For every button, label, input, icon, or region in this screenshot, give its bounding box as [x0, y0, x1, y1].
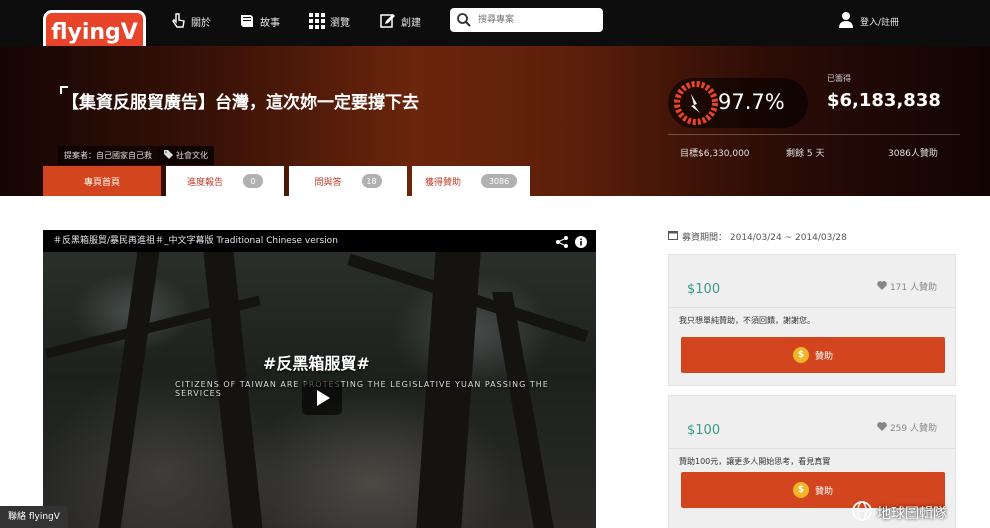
project-tabs: 專頁首頁 進度報告 0 問與答 18 獲得贊助 3086	[43, 166, 535, 196]
reward-price: $100	[687, 423, 721, 438]
book-icon	[237, 11, 257, 31]
back-reward-button[interactable]: $ 贊助	[681, 337, 945, 373]
heart-icon	[877, 280, 887, 293]
raised-amount: $6,183,838	[827, 90, 941, 111]
updates-count-badge: 0	[243, 174, 263, 188]
calendar-icon	[668, 230, 678, 243]
reward-backers: 259 人贊助	[877, 421, 937, 434]
raised-label: 已籌得	[827, 74, 851, 83]
grid-icon	[307, 11, 327, 31]
user-icon	[838, 11, 854, 32]
coin-icon: $	[792, 347, 809, 363]
login-link[interactable]: 登入/註冊	[838, 8, 899, 34]
tab-home[interactable]: 專頁首頁	[43, 166, 161, 196]
project-meta: 提案者：自己國家自己救 社會文化	[58, 146, 214, 165]
nav-story-label: 故事	[260, 17, 280, 29]
contact-flyingv-button[interactable]: 聯絡 flyingV	[0, 506, 68, 528]
backers-count-badge: 3086	[481, 174, 517, 188]
back-reward-label: 贊助	[814, 351, 833, 362]
tree-trunk	[98, 252, 160, 528]
watermark-text: 地球圖輯隊	[877, 506, 947, 522]
card-divider	[669, 307, 955, 308]
tab-backers[interactable]: 獲得贊助 3086	[412, 166, 530, 196]
funding-period: 募資期間： 2014/03/24 ~ 2014/03/28	[668, 230, 847, 243]
tab-backers-label: 獲得贊助	[424, 177, 461, 188]
nav-browse-label: 瀏覽	[330, 17, 350, 29]
reward-backers: 171 人贊助	[877, 280, 937, 293]
nav-about[interactable]: 關於	[168, 8, 211, 34]
tab-faq-label: 問與答	[314, 177, 342, 188]
project-title: 【集資反服貿廣告】台灣，這次妳一定要撐下去	[62, 93, 419, 113]
tab-updates[interactable]: 進度報告 0	[166, 166, 284, 196]
video-player[interactable]: ＃反黑箱服貿/暴民再進祖＃_中文字幕版 Traditional Chinese …	[43, 230, 596, 528]
reward-card[interactable]: $100 171 人贊助 我只想單純贊助，不須回饋，謝謝您。 $ 贊助	[668, 254, 956, 386]
coin-icon: $	[792, 482, 809, 498]
search-icon	[456, 12, 472, 28]
faq-count-badge: 18	[361, 174, 382, 188]
nav-story[interactable]: 故事	[237, 8, 280, 34]
nav-create[interactable]: 創建	[378, 8, 421, 34]
backer-count: 3086人贊助	[888, 149, 938, 159]
reward-price: $100	[687, 282, 721, 297]
login-label: 登入/註冊	[860, 17, 900, 28]
funded-percent: 97.7%	[718, 90, 785, 114]
search-box[interactable]	[450, 8, 603, 32]
proposer[interactable]: 提案者：自己國家自己救	[58, 150, 158, 161]
nav-browse[interactable]: 瀏覽	[307, 8, 350, 34]
tag-icon	[164, 150, 173, 161]
globe-icon	[852, 501, 872, 525]
pencil-icon	[378, 11, 398, 31]
reward-backers-text: 171 人贊助	[889, 283, 937, 293]
reward-description: 我只想單純贊助，不須回饋，謝謝您。	[679, 316, 815, 325]
reward-backers-text: 259 人贊助	[889, 424, 937, 434]
funding-period-text: 募資期間： 2014/03/24 ~ 2014/03/28	[682, 233, 847, 243]
top-nav: flyingV 關於 故事 瀏覽 創建 登入/註冊	[0, 0, 990, 56]
nav-about-label: 關於	[191, 17, 211, 29]
stats-divider	[668, 134, 960, 135]
heart-icon	[877, 421, 887, 434]
video-title-bar: ＃反黑箱服貿/暴民再進祖＃_中文字幕版 Traditional Chinese …	[43, 230, 596, 252]
reward-description: 贊助100元，讓更多人開始思考，看見真實	[679, 457, 831, 466]
play-button[interactable]	[302, 381, 342, 415]
tab-updates-label: 進度報告	[186, 177, 223, 188]
progress-ring-icon	[673, 80, 719, 130]
video-overlay-subtitle: CITIZENS OF TAIWAN ARE PROTESTING THE LE…	[175, 380, 549, 398]
video-overlay-title: #反黑箱服貿#	[263, 354, 370, 373]
category-label: 社會文化	[176, 151, 208, 160]
watermark: 地球圖輯隊	[852, 501, 947, 525]
hand-pointer-icon	[168, 11, 188, 31]
back-reward-label: 贊助	[814, 486, 833, 497]
tab-home-label: 專頁首頁	[83, 177, 120, 188]
card-divider	[669, 448, 955, 449]
search-input[interactable]	[476, 14, 594, 26]
nav-create-label: 創建	[401, 17, 421, 29]
category-tag[interactable]: 社會文化	[158, 146, 214, 165]
video-title[interactable]: ＃反黑箱服貿/暴民再進祖＃_中文字幕版 Traditional Chinese …	[53, 236, 338, 246]
goal-amount: 目標$6,330,000	[680, 149, 750, 159]
days-remaining: 剩餘 5 天	[786, 149, 825, 159]
tab-faq[interactable]: 問與答 18	[289, 166, 407, 196]
